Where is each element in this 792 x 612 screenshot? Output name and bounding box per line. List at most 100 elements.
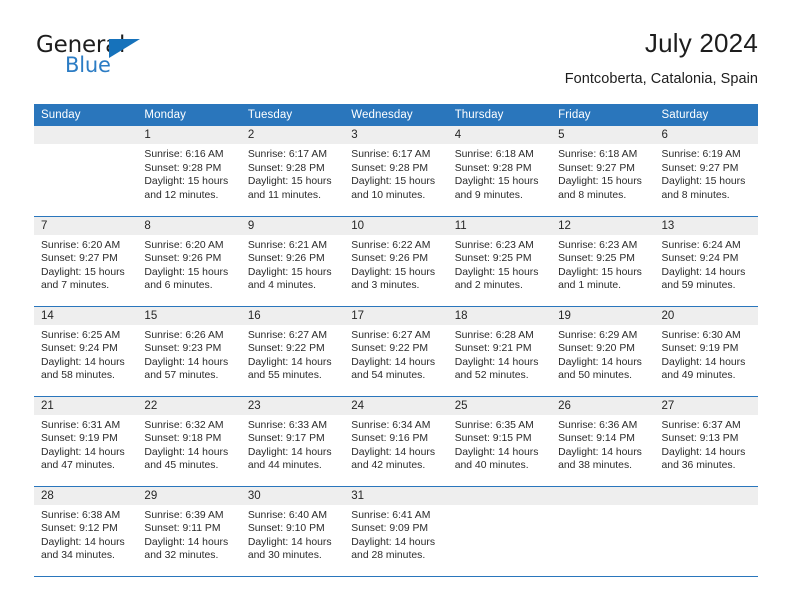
- day-details: Sunrise: 6:26 AM Sunset: 9:23 PM Daylight:…: [137, 325, 240, 383]
- calendar-day-cell[interactable]: 10 Sunrise: 6:22 AM Sunset: 9:26 PM Dayligh…: [344, 216, 448, 307]
- sunset-text: Sunset: 9:26 PM: [247, 253, 325, 265]
- sunrise-text: Sunrise: 6:24 AM: [661, 239, 741, 251]
- day-details: Sunrise: 6:33 AM Sunset: 9:17 PM Daylight:…: [241, 415, 344, 473]
- sunset-text: Sunset: 9:23 PM: [144, 343, 222, 355]
- calendar-day-cell[interactable]: 16 Sunrise: 6:27 AM Sunset: 9:22 PM Dayligh…: [240, 306, 345, 397]
- day-number: 13: [654, 216, 758, 235]
- daylight-text-line2: and 8 minutes.: [661, 189, 730, 201]
- sunrise-text: Sunrise: 6:22 AM: [351, 239, 431, 251]
- sunset-text: Sunset: 9:13 PM: [661, 433, 739, 445]
- calendar-day-cell[interactable]: 22 Sunrise: 6:32 AM Sunset: 9:18 PM Dayligh…: [137, 396, 241, 487]
- daylight-text-line1: Daylight: 15 hours: [454, 176, 539, 188]
- calendar-day-cell[interactable]: 18 Sunrise: 6:28 AM Sunset: 9:21 PM Dayligh…: [447, 306, 552, 397]
- day-details: Sunrise: 6:25 AM Sunset: 9:24 PM Daylight:…: [34, 325, 137, 383]
- daylight-text-line2: and 4 minutes.: [247, 280, 317, 292]
- daylight-text-line1: Daylight: 14 hours: [558, 356, 642, 368]
- calendar-day-cell[interactable]: 24 Sunrise: 6:34 AM Sunset: 9:16 PM Dayligh…: [344, 396, 448, 487]
- calendar-day-cell[interactable]: 3 Sunrise: 6:17 AM Sunset: 9:28 PM Daylight…: [344, 126, 448, 217]
- daylight-text-line1: Daylight: 14 hours: [454, 356, 539, 368]
- sunset-text: Sunset: 9:28 PM: [144, 162, 222, 174]
- calendar-day-cell[interactable]: 4 Sunrise: 6:18 AM Sunset: 9:28 PM Daylight…: [447, 126, 552, 217]
- page-header: General Blue July 2024 Fontcoberta, Cata…: [0, 0, 792, 104]
- page-title: July 2024: [644, 28, 758, 58]
- daylight-text-line1: Daylight: 14 hours: [661, 446, 746, 458]
- sunset-text: Sunset: 9:18 PM: [144, 433, 222, 445]
- daylight-text-line2: and 52 minutes.: [454, 370, 529, 382]
- calendar-week-row: 21 Sunrise: 6:31 AM Sunset: 9:19 PM Dayligh…: [34, 396, 758, 487]
- daylight-text-line2: and 1 minute.: [558, 280, 622, 292]
- calendar-day-cell[interactable]: 29 Sunrise: 6:39 AM Sunset: 9:11 PM Dayligh…: [137, 486, 241, 577]
- day-number: [34, 126, 138, 144]
- day-number: 1: [137, 126, 241, 144]
- calendar-day-cell[interactable]: 25 Sunrise: 6:35 AM Sunset: 9:15 PM Dayligh…: [447, 396, 552, 487]
- day-number: 7: [34, 216, 138, 235]
- sunrise-text: Sunrise: 6:18 AM: [454, 149, 534, 160]
- general-blue-logo: General Blue: [34, 28, 184, 80]
- sunset-text: Sunset: 9:24 PM: [41, 343, 118, 355]
- calendar-day-cell[interactable]: 26 Sunrise: 6:36 AM Sunset: 9:14 PM Dayligh…: [551, 396, 655, 487]
- day-details: Sunrise: 6:17 AM Sunset: 9:28 PM Daylight:…: [344, 144, 447, 202]
- daylight-text-line2: and 36 minutes.: [661, 460, 736, 472]
- daylight-text-line1: Daylight: 14 hours: [41, 446, 125, 458]
- calendar-day-cell[interactable]: 28 Sunrise: 6:38 AM Sunset: 9:12 PM Dayligh…: [34, 486, 138, 577]
- calendar-day-cell[interactable]: 27 Sunrise: 6:37 AM Sunset: 9:13 PM Dayligh…: [654, 396, 758, 487]
- calendar-day-cell[interactable]: 30 Sunrise: 6:40 AM Sunset: 9:10 PM Dayligh…: [240, 486, 345, 577]
- calendar-day-cell[interactable]: 31 Sunrise: 6:41 AM Sunset: 9:09 PM Dayligh…: [344, 486, 448, 577]
- calendar-day-cell[interactable]: 15 Sunrise: 6:26 AM Sunset: 9:23 PM Dayligh…: [137, 306, 241, 397]
- day-number: 31: [344, 486, 448, 505]
- sunset-text: Sunset: 9:19 PM: [661, 343, 739, 355]
- sunset-text: Sunset: 9:16 PM: [351, 433, 429, 445]
- day-details: Sunrise: 6:18 AM Sunset: 9:27 PM Daylight:…: [551, 144, 654, 202]
- daylight-text-line2: and 38 minutes.: [558, 460, 633, 472]
- calendar-day-cell[interactable]: 17 Sunrise: 6:27 AM Sunset: 9:22 PM Dayligh…: [344, 306, 448, 397]
- day-details: Sunrise: 6:23 AM Sunset: 9:25 PM Daylight:…: [448, 235, 551, 293]
- daylight-text-line2: and 40 minutes.: [454, 460, 529, 472]
- daylight-text-line1: Daylight: 15 hours: [558, 176, 642, 188]
- day-number: [654, 486, 758, 505]
- day-number: 6: [654, 126, 758, 144]
- calendar-day-cell[interactable]: 11 Sunrise: 6:23 AM Sunset: 9:25 PM Dayligh…: [447, 216, 552, 307]
- day-details: Sunrise: 6:36 AM Sunset: 9:14 PM Daylight:…: [551, 415, 654, 473]
- calendar-day-cell[interactable]: 21 Sunrise: 6:31 AM Sunset: 9:19 PM Dayligh…: [34, 396, 138, 487]
- calendar-day-cell[interactable]: 6 Sunrise: 6:19 AM Sunset: 9:27 PM Daylight…: [654, 126, 758, 217]
- sunrise-text: Sunrise: 6:21 AM: [247, 239, 327, 251]
- calendar-day-cell[interactable]: 14 Sunrise: 6:25 AM Sunset: 9:24 PM Dayligh…: [34, 306, 138, 397]
- day-number: 12: [551, 216, 655, 235]
- sunset-text: Sunset: 9:24 PM: [661, 253, 739, 265]
- weekday-header-monday: Monday: [137, 104, 241, 126]
- calendar-day-cell[interactable]: 9 Sunrise: 6:21 AM Sunset: 9:26 PM Daylight…: [240, 216, 345, 307]
- daylight-text-line2: and 9 minutes.: [454, 189, 523, 201]
- sunrise-text: Sunrise: 6:20 AM: [41, 239, 121, 251]
- sunrise-text: Sunrise: 6:35 AM: [454, 419, 534, 431]
- day-details: Sunrise: 6:28 AM Sunset: 9:21 PM Daylight:…: [448, 325, 551, 383]
- sunset-text: Sunset: 9:28 PM: [247, 162, 325, 174]
- weekday-header-sunday: Sunday: [34, 104, 138, 126]
- day-number: 16: [240, 306, 345, 325]
- day-details: Sunrise: 6:30 AM Sunset: 9:19 PM Daylight:…: [655, 325, 758, 383]
- daylight-text-line2: and 54 minutes.: [351, 370, 426, 382]
- calendar-day-cell[interactable]: 1 Sunrise: 6:16 AM Sunset: 9:28 PM Daylight…: [137, 126, 241, 217]
- sunset-text: Sunset: 9:27 PM: [558, 162, 635, 174]
- calendar-table: Sunday Monday Tuesday Wednesday Thursday…: [34, 104, 758, 577]
- daylight-text-line1: Daylight: 14 hours: [558, 446, 642, 458]
- sunset-text: Sunset: 9:28 PM: [351, 162, 429, 174]
- calendar-day-cell[interactable]: 20 Sunrise: 6:30 AM Sunset: 9:19 PM Dayligh…: [654, 306, 758, 397]
- calendar-day-cell[interactable]: 2 Sunrise: 6:17 AM Sunset: 9:28 PM Daylight…: [240, 126, 345, 217]
- day-details: Sunrise: 6:32 AM Sunset: 9:18 PM Daylight:…: [137, 415, 240, 473]
- daylight-text-line1: Daylight: 15 hours: [247, 176, 332, 188]
- calendar-day-cell[interactable]: 13 Sunrise: 6:24 AM Sunset: 9:24 PM Dayligh…: [654, 216, 758, 307]
- calendar-day-cell[interactable]: 5 Sunrise: 6:18 AM Sunset: 9:27 PM Daylight…: [551, 126, 655, 217]
- day-number: [551, 486, 655, 505]
- day-number: 15: [137, 306, 241, 325]
- calendar-day-cell[interactable]: 12 Sunrise: 6:23 AM Sunset: 9:25 PM Dayligh…: [551, 216, 655, 307]
- calendar-body: 1 Sunrise: 6:16 AM Sunset: 9:28 PM Daylight…: [34, 126, 758, 577]
- calendar-day-cell[interactable]: 19 Sunrise: 6:29 AM Sunset: 9:20 PM Dayligh…: [551, 306, 655, 397]
- daylight-text-line2: and 12 minutes.: [144, 189, 219, 201]
- calendar-day-cell[interactable]: 8 Sunrise: 6:20 AM Sunset: 9:26 PM Daylight…: [137, 216, 241, 307]
- daylight-text-line1: Daylight: 15 hours: [351, 266, 436, 278]
- calendar-day-cell[interactable]: 7 Sunrise: 6:20 AM Sunset: 9:27 PM Daylight…: [34, 216, 138, 307]
- sunset-text: Sunset: 9:11 PM: [144, 523, 221, 535]
- daylight-text-line1: Daylight: 15 hours: [661, 176, 746, 188]
- calendar-day-cell[interactable]: 23 Sunrise: 6:33 AM Sunset: 9:17 PM Dayligh…: [240, 396, 345, 487]
- sunset-text: Sunset: 9:20 PM: [558, 343, 635, 355]
